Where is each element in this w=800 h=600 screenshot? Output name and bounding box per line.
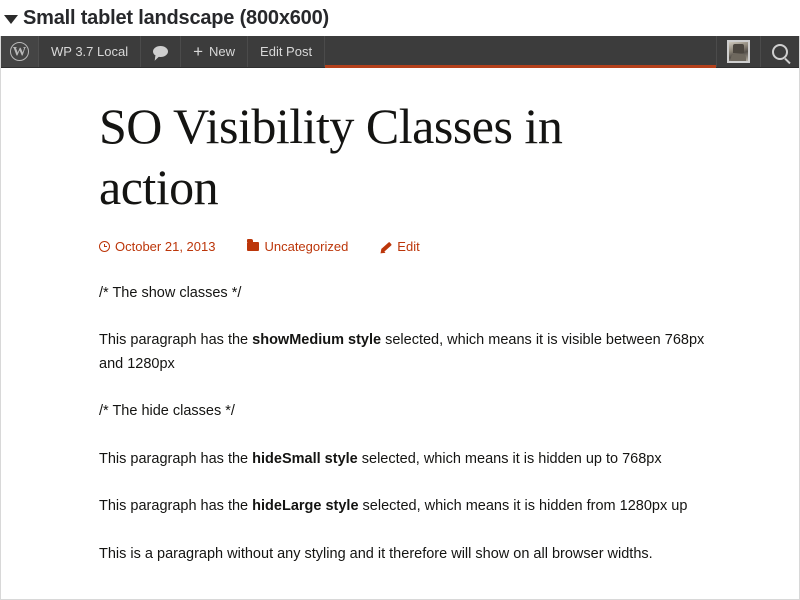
paragraph-text-before: This paragraph has the xyxy=(99,498,253,515)
post-edit-label: Edit xyxy=(397,239,420,254)
adminbar-spacer xyxy=(325,36,717,68)
post-edit-link[interactable]: Edit xyxy=(380,239,419,254)
triangle-down-icon[interactable] xyxy=(4,14,18,24)
paragraph-text-before: /* The hide classes */ xyxy=(99,403,235,420)
paragraph-show-classes-comment: /* The show classes */ xyxy=(99,282,705,305)
paragraph-no-style: This is a paragraph without any styling … xyxy=(99,543,705,566)
viewport-header: Small tablet landscape (800x600) xyxy=(0,0,800,36)
wordpress-logo-glyph: W xyxy=(12,43,27,59)
paragraph-text-before: This paragraph has the xyxy=(99,332,253,349)
adminbar-comments-button[interactable] xyxy=(141,36,182,67)
paragraph-hide-small: This paragraph has the hideSmall style s… xyxy=(99,448,705,471)
post-date-label: October 21, 2013 xyxy=(115,239,216,254)
plus-icon: + xyxy=(193,42,204,61)
post-category-link[interactable]: Uncategorized xyxy=(247,239,348,254)
paragraph-text-bold: hideLarge style xyxy=(252,498,359,515)
paragraph-text-bold: hideSmall style xyxy=(252,450,358,467)
adminbar-wordpress-logo-button[interactable]: W xyxy=(1,36,39,67)
post-category-label: Uncategorized xyxy=(264,239,349,254)
post-date-link[interactable]: October 21, 2013 xyxy=(99,239,215,254)
entry-meta: October 21, 2013 Uncategorized Edit xyxy=(99,239,729,254)
comment-bubble-icon xyxy=(153,46,169,57)
adminbar-new-label: New xyxy=(209,44,236,59)
adminbar-search-button[interactable] xyxy=(760,36,799,67)
wordpress-logo-icon: W xyxy=(10,42,29,61)
viewport-title: Small tablet landscape (800x600) xyxy=(23,6,329,29)
paragraph-show-medium: This paragraph has the showMedium style … xyxy=(99,329,705,376)
paragraph-hide-large: This paragraph has the hideLarge style s… xyxy=(99,495,705,518)
paragraph-text-bold: showMedium style xyxy=(252,332,382,349)
clock-icon xyxy=(99,241,110,252)
folder-icon xyxy=(247,239,260,251)
adminbar-account-button[interactable] xyxy=(717,36,760,67)
paragraph-text-before: This paragraph has the xyxy=(99,450,253,467)
page-title: SO Visibility Classes in action xyxy=(99,98,563,215)
browser-preview-frame: W WP 3.7 Local + New Edit Post SO Visibi… xyxy=(0,36,800,600)
adminbar-edit-post-button[interactable]: Edit Post xyxy=(248,36,326,67)
adminbar-hover-underline xyxy=(325,65,716,68)
paragraph-hide-classes-comment: /* The hide classes */ xyxy=(99,400,705,423)
paragraph-text-before: /* The show classes */ xyxy=(99,285,242,301)
pencil-icon xyxy=(380,241,392,253)
adminbar-site-name[interactable]: WP 3.7 Local xyxy=(39,36,142,67)
paragraph-text-after: selected, which means it is hidden from … xyxy=(358,498,688,515)
wp-admin-bar: W WP 3.7 Local + New Edit Post xyxy=(1,36,799,68)
user-avatar-icon xyxy=(727,40,750,63)
post-content-area: SO Visibility Classes in action October … xyxy=(1,68,799,599)
search-icon xyxy=(772,43,788,60)
paragraph-text-after: selected, which means it is hidden up to… xyxy=(357,450,662,467)
paragraph-text-before: This is a paragraph without any styling … xyxy=(99,545,653,562)
adminbar-new-content-button[interactable]: + New xyxy=(181,36,249,67)
entry-content: /* The show classes */ This paragraph ha… xyxy=(99,282,705,566)
